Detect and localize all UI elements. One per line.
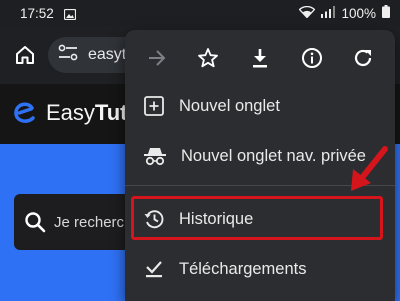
gallery-notification-icon	[63, 8, 76, 20]
menu-item-new-tab[interactable]: Nouvel onglet	[125, 81, 395, 131]
menu-item-label: Téléchargements	[179, 259, 307, 278]
forward-button[interactable]	[139, 40, 175, 76]
star-icon	[198, 48, 219, 68]
history-highlight-box	[131, 196, 383, 240]
home-button[interactable]	[10, 40, 40, 70]
status-indicators: 100%	[299, 5, 390, 21]
easytutos-logo-icon	[14, 102, 35, 123]
site-name: EasyTut	[46, 100, 128, 126]
menu-item-label: Nouvel onglet nav. privée	[181, 146, 366, 165]
downloads-icon	[146, 261, 162, 278]
search-icon	[25, 212, 46, 233]
bookmark-button[interactable]	[190, 40, 226, 76]
incognito-icon	[144, 148, 166, 166]
menu-action-row	[125, 30, 395, 86]
reload-button[interactable]	[345, 40, 381, 76]
battery-icon	[382, 5, 390, 21]
search-placeholder: Je recherc	[54, 213, 125, 231]
download-button[interactable]	[242, 40, 278, 76]
info-icon	[301, 48, 322, 68]
status-time: 17:52	[20, 5, 54, 21]
download-icon	[252, 49, 267, 68]
site-logo[interactable]: EasyTut	[12, 100, 128, 126]
wifi-icon	[299, 5, 316, 21]
status-bar: 17:52 100%	[0, 0, 400, 26]
new-tab-icon	[144, 96, 164, 116]
battery-percent: 100%	[341, 5, 376, 21]
home-icon	[16, 46, 34, 64]
annotation-arrow-icon	[351, 146, 388, 191]
signal-icon	[321, 5, 336, 21]
site-name-regular: Easy	[46, 100, 95, 125]
reload-icon	[355, 49, 372, 67]
page-info-button[interactable]	[294, 40, 330, 76]
menu-item-downloads[interactable]: Téléchargements	[125, 244, 395, 294]
forward-arrow-icon	[148, 50, 166, 66]
site-settings-icon[interactable]	[58, 44, 78, 67]
menu-item-label: Nouvel onglet	[179, 96, 280, 115]
site-name-bold: Tut	[94, 100, 128, 125]
